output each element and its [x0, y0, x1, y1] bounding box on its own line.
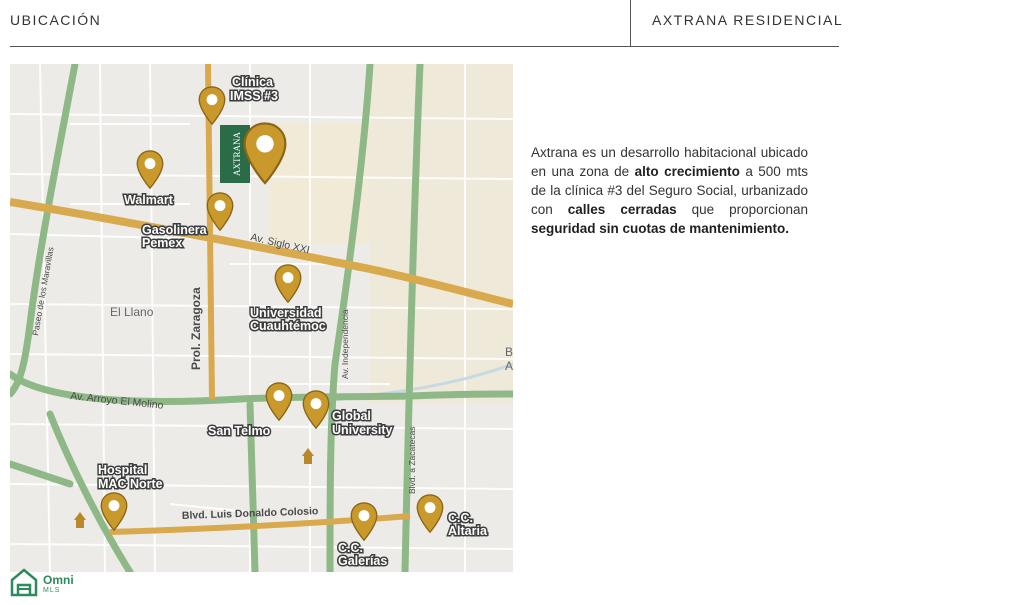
universidad-label-line1: Universidad [250, 306, 322, 320]
universidad-label-line2: Cuauhtémoc [250, 319, 326, 333]
galerias-label-line1: C.C. [338, 541, 363, 555]
street-label-independencia: Av. Independencia [340, 309, 350, 379]
global-label-line1: Global [332, 409, 371, 423]
hospital-label-line1: Hospital [98, 463, 147, 477]
description-text: que proporcionan [676, 202, 808, 217]
walmart-label: Walmart [124, 193, 174, 207]
house-icon [10, 568, 38, 597]
omni-mls-logo: Omni MLS [10, 567, 90, 599]
street-label-zaragoza: Prol. Zaragoza [189, 287, 203, 370]
project-name: AXTRANA RESIDENCIAL [652, 12, 844, 28]
header-rule [10, 46, 839, 47]
description-highlight: seguridad sin cuotas de mantenimiento. [531, 221, 790, 236]
location-map[interactable]: Av. Siglo XXI Prol. Zaragoza Av. Arroyo … [10, 64, 513, 572]
global-label-line2: University [332, 423, 392, 437]
area-label-el-llano: El Llano [110, 305, 154, 319]
location-description: Axtrana es un desarrollo habitacional ub… [531, 143, 808, 238]
altaria-label-line1: C.C. [448, 511, 473, 525]
map-area-beige [370, 64, 513, 404]
edge-letter-a: A [505, 359, 513, 373]
altaria-label-line2: Altaria [448, 524, 488, 538]
section-title: UBICACIÓN [10, 12, 102, 28]
gasolinera-label-line2: Pemex [142, 236, 182, 250]
clinica-label-line2: IMSS #3 [230, 89, 278, 103]
header-divider [630, 0, 631, 47]
logo-sub: MLS [43, 587, 61, 594]
axtrana-marker-label: AXTRANA [232, 132, 242, 176]
hospital-label-line2: MAC Norte [98, 477, 163, 491]
logo-name: Omni [43, 573, 74, 587]
clinica-label-line1: Clínica [232, 75, 274, 89]
san-telmo-label: San Telmo [208, 424, 271, 438]
gasolinera-label-line1: Gasolinera [142, 223, 208, 237]
street-label-zacatecas: Blvd. a Zacatecas [407, 426, 417, 494]
edge-letter-b: B [505, 345, 513, 359]
galerias-label-line2: Galerías [338, 554, 387, 568]
description-highlight: calles cerradas [567, 202, 677, 217]
description-highlight: alto crecimiento [634, 164, 740, 179]
